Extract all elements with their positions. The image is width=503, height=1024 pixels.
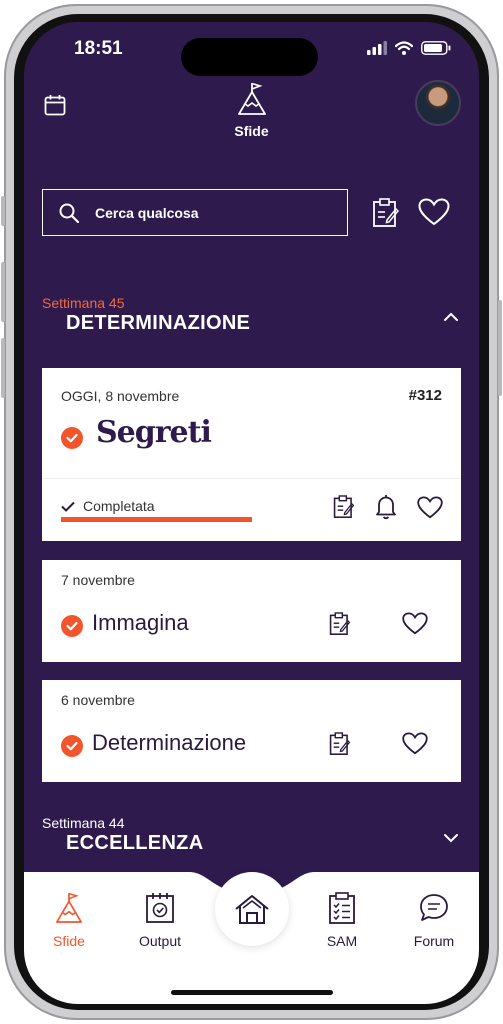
search-input[interactable]: Cerca qualcosa (42, 189, 348, 236)
completed-check-icon (61, 615, 83, 637)
challenge-card[interactable]: 7 novembre Immagina (42, 560, 461, 662)
phone-side-button (1, 262, 5, 322)
nav-item-output[interactable]: Output (120, 892, 200, 949)
challenge-title: Determinazione (92, 730, 247, 755)
phone-side-button (498, 300, 502, 396)
nav-item-sam[interactable]: SAM (302, 892, 382, 949)
status-label: Completata (83, 498, 155, 514)
challenge-card[interactable]: 6 novembre Determinazione (42, 680, 461, 782)
collapse-week-button[interactable] (443, 309, 459, 327)
battery-icon (421, 41, 451, 55)
clipboard-edit-icon[interactable] (329, 611, 351, 637)
progress-bar (61, 517, 252, 522)
search-icon (59, 203, 79, 223)
checkmark-icon (61, 501, 75, 512)
nav-label: Forum (413, 933, 455, 949)
expand-week-button[interactable] (443, 830, 459, 848)
progress-bar-fill (61, 517, 252, 522)
completed-check-icon (61, 427, 83, 449)
header-section: Sfide (24, 82, 479, 139)
dynamic-island (181, 38, 318, 76)
divider (42, 478, 461, 479)
status-time: 18:51 (74, 38, 123, 59)
clipboard-check-icon (146, 893, 174, 923)
card-date: 7 novembre (61, 572, 135, 588)
checklist-icon (329, 892, 355, 924)
favorites-button[interactable] (418, 198, 450, 231)
avatar[interactable] (415, 80, 461, 126)
home-indicator (171, 990, 333, 995)
status-icons (367, 41, 451, 55)
challenge-title: Immagina (92, 610, 189, 635)
page-title: Sfide (234, 123, 269, 139)
card-actions (333, 494, 443, 520)
week-title: DETERMINAZIONE (66, 312, 251, 334)
phone-side-button (1, 338, 5, 398)
bottom-nav: Sfide Output SAM Forum (24, 872, 479, 1004)
chevron-down-icon (444, 834, 458, 843)
clipboard-edit-icon[interactable] (333, 494, 355, 520)
week-label: Settimana 44 (42, 815, 125, 831)
nav-label: Output (138, 933, 182, 949)
chat-bubble-icon (420, 894, 448, 921)
completion-status: Completata (61, 498, 155, 514)
mountain-flag-icon (237, 82, 266, 115)
mountain-flag-icon (56, 892, 82, 923)
nav-item-forum[interactable]: Forum (394, 892, 474, 949)
card-date: OGGI, 8 novembre (61, 388, 180, 404)
week-label: Settimana 45 (42, 295, 125, 311)
bell-icon[interactable] (375, 494, 397, 520)
nav-label: SAM (326, 933, 358, 949)
nav-label: Sfide (53, 933, 85, 949)
home-icon (235, 895, 269, 924)
notes-filter-button[interactable] (372, 198, 400, 233)
wifi-icon (395, 41, 413, 55)
app-screen: 18:51 Sfide Cerca qualcosa Settimana 45 … (24, 22, 479, 1004)
challenge-card-today[interactable]: OGGI, 8 novembre #312 Segreti Completata (42, 368, 461, 541)
completed-check-icon (61, 735, 83, 757)
heart-icon (418, 198, 450, 226)
signal-icon (367, 41, 387, 55)
card-date: 6 novembre (61, 692, 135, 708)
week-title: ECCELLENZA (66, 832, 204, 854)
clipboard-edit-icon[interactable] (329, 731, 351, 757)
chevron-up-icon (444, 312, 458, 321)
phone-side-button (1, 196, 5, 226)
heart-icon[interactable] (402, 732, 428, 755)
nav-item-home[interactable] (215, 872, 289, 946)
search-placeholder: Cerca qualcosa (95, 204, 199, 221)
nav-item-sfide[interactable]: Sfide (29, 892, 109, 949)
clipboard-edit-icon (373, 198, 400, 227)
heart-icon[interactable] (402, 612, 428, 635)
challenge-number: #312 (408, 387, 442, 404)
challenge-title: Segreti (96, 415, 212, 450)
heart-icon[interactable] (417, 495, 443, 519)
